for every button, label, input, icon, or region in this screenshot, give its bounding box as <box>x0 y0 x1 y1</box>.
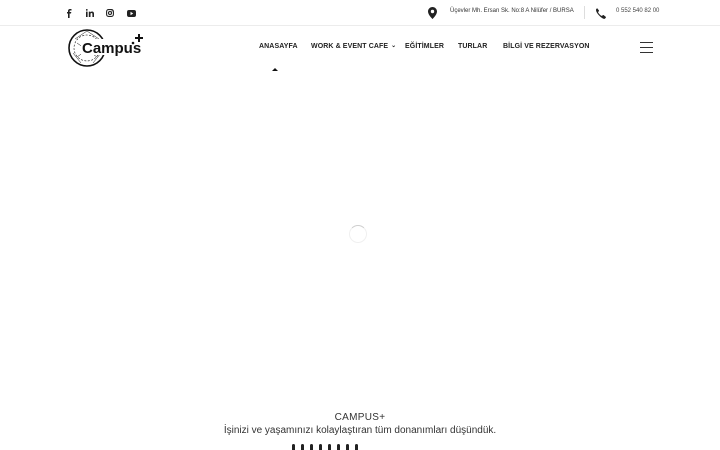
phone-icon <box>595 6 606 24</box>
hamburger-menu-icon[interactable] <box>640 42 653 53</box>
cut-off-heading <box>292 444 358 450</box>
linkedin-icon[interactable] <box>83 6 97 20</box>
address-text: Üçevler Mh. Ersan Sk. No:8 A Nilüfer / B… <box>450 8 574 14</box>
active-nav-indicator <box>272 68 278 71</box>
nav-label: BİLGİ VE REZERVASYON <box>503 43 590 50</box>
nav-label: TURLAR <box>458 43 488 50</box>
loading-spinner-icon <box>349 225 367 243</box>
facebook-icon[interactable] <box>62 6 76 20</box>
nav-item-turlar[interactable]: TURLAR <box>458 43 487 50</box>
nav-item-egitimler[interactable]: EĞİTİMLER <box>405 43 444 50</box>
nav-label: ANASAYFA <box>259 43 298 50</box>
divider <box>584 6 585 19</box>
nav-label: WORK & EVENT CAFE <box>311 43 389 50</box>
top-bar: Üçevler Mh. Ersan Sk. No:8 A Nilüfer / B… <box>0 0 720 26</box>
brand-heading: CAMPUS+ <box>334 412 386 423</box>
chevron-down-icon: ⌄ <box>391 43 397 49</box>
instagram-icon[interactable] <box>103 6 117 20</box>
location-pin-icon <box>428 6 437 24</box>
tagline-text: İşinizi ve yaşamınızı kolaylaştıran tüm … <box>223 425 497 436</box>
youtube-icon[interactable] <box>124 6 138 20</box>
nav-label: EĞİTİMLER <box>405 43 445 50</box>
nav-item-work-event-cafe[interactable]: WORK & EVENT CAFE ⌄ <box>311 43 396 50</box>
phone-link[interactable]: 0 552 540 82 00 <box>616 8 659 14</box>
campus-logo[interactable]: Campus <box>67 27 143 74</box>
nav-item-bilgi-ve-rezervasyon[interactable]: BİLGİ VE REZERVASYON <box>503 43 590 50</box>
nav-item-anasayfa[interactable]: ANASAYFA <box>259 43 298 50</box>
